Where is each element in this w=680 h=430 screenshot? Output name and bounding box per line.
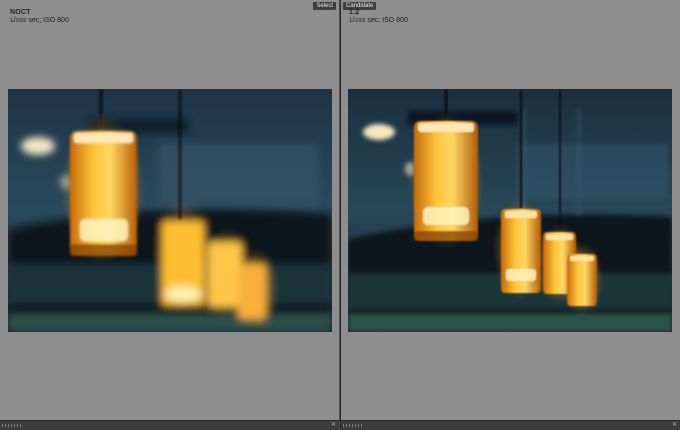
left-exposure-info: 1/2000 sec; ISO 800 <box>10 17 69 24</box>
close-icon[interactable]: ✕ <box>672 421 677 430</box>
select-badge[interactable]: Select <box>313 2 336 10</box>
left-lamp-image <box>8 89 332 332</box>
right-photo[interactable] <box>348 89 672 332</box>
left-compare-pane[interactable]: Select NOCT 1/2000 sec; ISO 800 ✕ <box>0 0 340 430</box>
right-pane-bottom-bar: ✕ <box>341 420 680 430</box>
right-exposure-info: 1/2000 sec; ISO 800 <box>349 17 408 24</box>
right-photo-info: 1.2 1/2000 sec; ISO 800 <box>349 9 408 25</box>
left-photo[interactable] <box>8 89 332 332</box>
left-photo-title: NOCT <box>10 9 31 16</box>
right-photo-title: 1.2 <box>349 9 360 16</box>
left-photo-info: NOCT 1/2000 sec; ISO 800 <box>10 9 69 25</box>
right-compare-pane[interactable]: Candidate 1.2 1/2000 sec; ISO 800 ✕ <box>341 0 680 430</box>
resize-grip-icon[interactable] <box>2 424 22 427</box>
left-pane-bottom-bar: ✕ <box>0 420 339 430</box>
close-icon[interactable]: ✕ <box>331 421 336 430</box>
resize-grip-icon[interactable] <box>343 424 363 427</box>
right-lamp-image <box>348 89 672 332</box>
